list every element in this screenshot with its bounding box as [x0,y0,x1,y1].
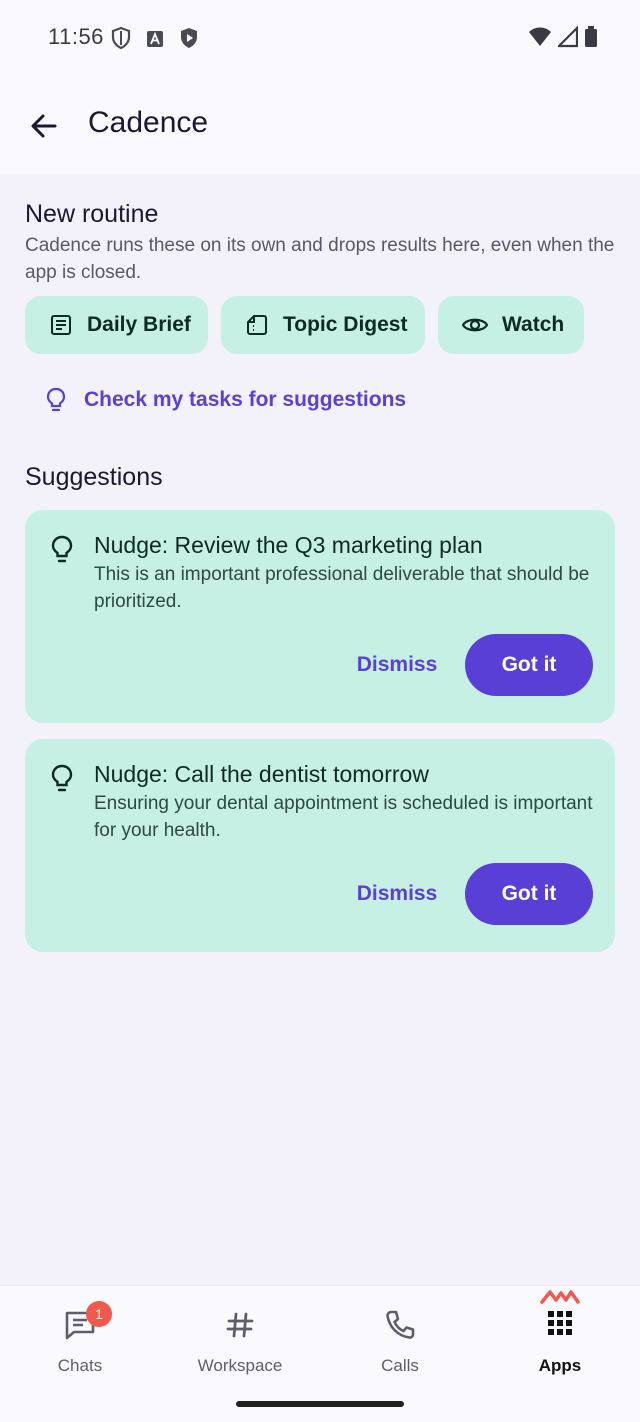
chip-label: Watch [502,313,565,336]
active-indicator-icon [540,1290,580,1304]
battery-icon [584,26,598,53]
shield-icon [110,26,132,55]
check-tasks-label: Check my tasks for suggestions [84,388,407,411]
nav-label: Apps [538,1356,582,1375]
check-tasks-link[interactable]: Check my tasks for suggestions [44,380,406,420]
suggestions-heading: Suggestions [25,463,163,491]
apps-grid-icon [548,1311,572,1335]
dismiss-button[interactable]: Dismiss [347,634,447,696]
play-shield-icon [178,26,200,55]
nav-item-chats[interactable]: 1 Chats [0,1286,160,1396]
arrow-back-icon [31,114,57,138]
got-it-button[interactable]: Got it [465,634,593,696]
app-bar: Cadence [0,76,640,174]
suggestion-title: Nudge: Review the Q3 marketing plan [94,532,483,558]
phone-icon [386,1310,415,1339]
chip-daily-brief[interactable]: Daily Brief [25,296,208,354]
nav-label: Calls [381,1356,419,1375]
chip-watch[interactable]: Watch [438,296,584,354]
suggestion-title: Nudge: Call the dentist tomorrow [94,761,429,787]
lightbulb-icon [51,535,73,563]
dismiss-button[interactable]: Dismiss [347,863,447,925]
hashtag-icon [226,1312,254,1338]
suggestion-card: Nudge: Call the dentist tomorrow Ensurin… [25,739,615,952]
chip-label: Daily Brief [87,313,191,336]
nav-item-calls[interactable]: Calls [320,1286,480,1396]
article-icon [51,315,71,335]
page-title: Cadence [88,106,209,139]
nav-label: Chats [57,1356,103,1375]
new-routine-heading: New routine [25,200,159,228]
back-button[interactable] [20,102,68,150]
chip-label: Topic Digest [283,313,408,336]
suggestion-card: Nudge: Review the Q3 marketing plan This… [25,510,615,723]
gesture-handle[interactable] [236,1401,404,1407]
nav-item-workspace[interactable]: Workspace [160,1286,320,1396]
unread-badge: 1 [86,1301,112,1327]
chip-topic-digest[interactable]: Topic Digest [221,296,425,354]
status-time: 11:56 [48,24,104,49]
note-icon [247,315,267,335]
eye-icon [462,318,488,332]
suggestion-body: This is an important professional delive… [94,564,590,612]
nav-label: Workspace [197,1356,283,1375]
wifi-icon [528,26,552,53]
nav-item-apps[interactable]: Apps [480,1286,640,1396]
new-routine-description: Cadence runs these on its own and drops … [25,235,615,283]
signal-icon [556,25,579,53]
status-bar: 11:56 [0,0,640,76]
suggestion-body: Ensuring your dental appointment is sche… [94,793,593,841]
font-icon [146,30,164,53]
lightbulb-icon [46,387,66,412]
got-it-button[interactable]: Got it [465,863,593,925]
lightbulb-icon [51,764,73,792]
